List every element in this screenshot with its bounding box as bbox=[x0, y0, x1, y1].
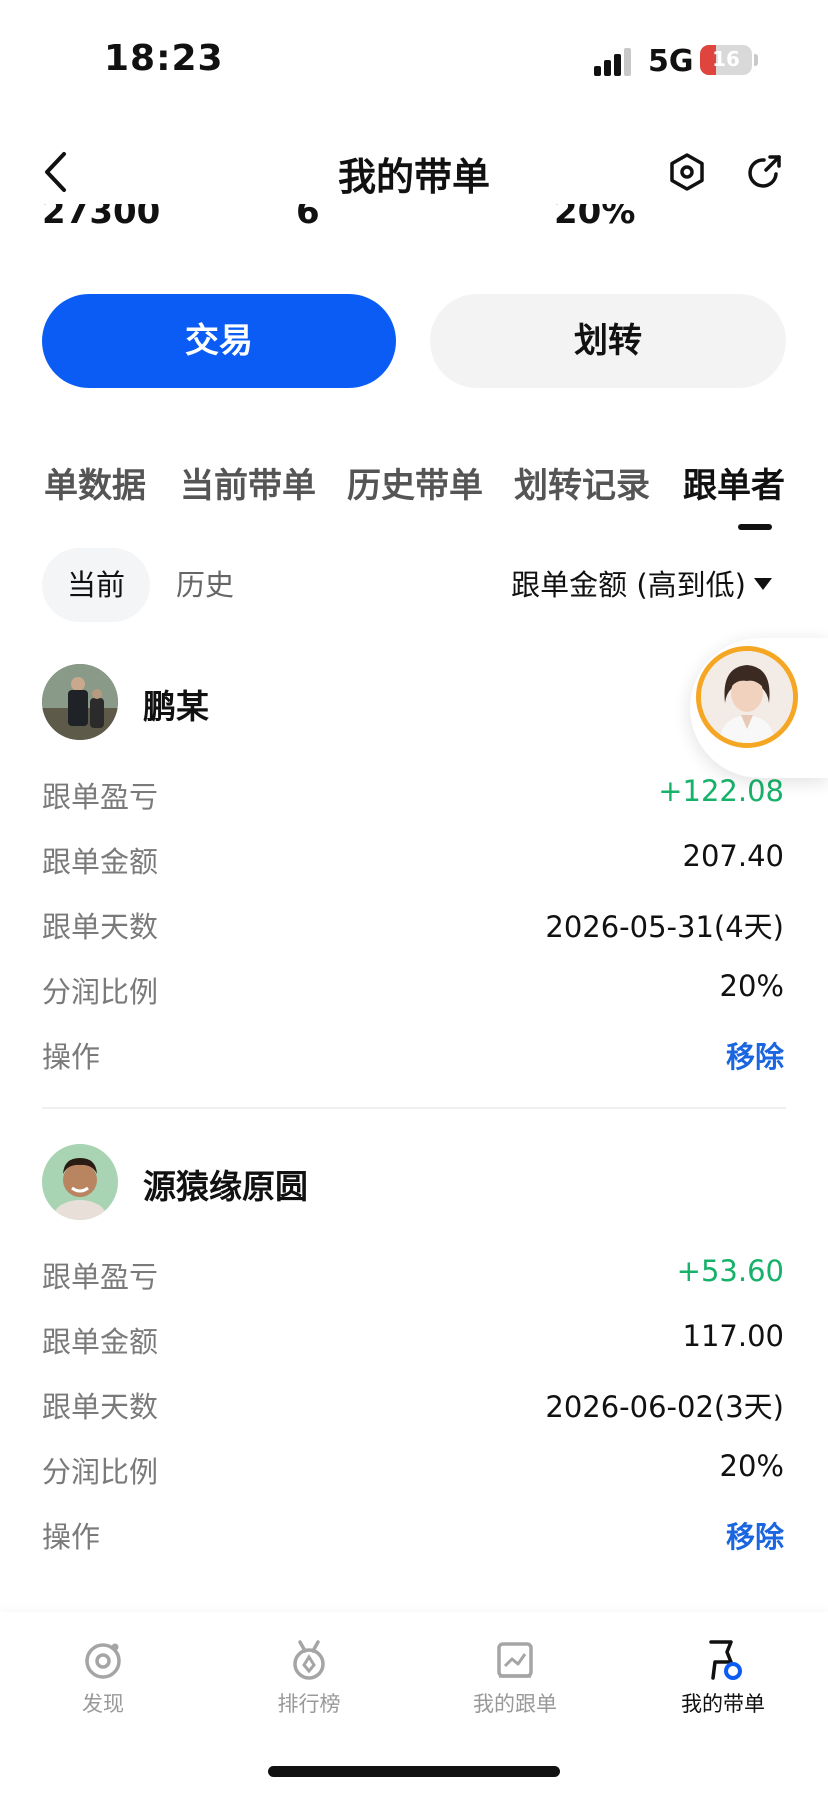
row-label: 分润比例 bbox=[42, 1455, 159, 1489]
row-label: 跟单天数 bbox=[42, 910, 159, 944]
follow-days: 2026-06-02(3天) bbox=[545, 1390, 784, 1424]
tab-history-lead[interactable]: 历史带单 bbox=[347, 458, 483, 507]
signal-icon bbox=[594, 48, 634, 76]
share-icon[interactable] bbox=[744, 152, 784, 192]
nav-my-follow[interactable]: 我的跟单 bbox=[440, 1638, 590, 1718]
divider bbox=[42, 1107, 786, 1109]
stat-value: 27300 bbox=[42, 204, 161, 232]
tab-current-lead[interactable]: 当前带单 bbox=[180, 458, 316, 507]
chart-icon bbox=[497, 1642, 533, 1678]
follower-name: 鹏某 bbox=[143, 687, 209, 726]
status-time: 18:23 bbox=[104, 38, 224, 79]
follow-days: 2026-05-31(4天) bbox=[545, 910, 784, 944]
row-label: 分润比例 bbox=[42, 975, 159, 1009]
tab-bar: 单数据 当前带单 历史带单 划转记录 跟单者 bbox=[0, 458, 828, 508]
row-label: 跟单天数 bbox=[42, 1390, 159, 1424]
row-label: 跟单盈亏 bbox=[42, 1260, 159, 1294]
row-label: 跟单金额 bbox=[42, 845, 159, 879]
follow-pnl: +122.08 bbox=[658, 774, 784, 808]
tab-data[interactable]: 单数据 bbox=[44, 458, 146, 507]
tab-indicator bbox=[738, 524, 772, 530]
lead-flag-icon bbox=[709, 1640, 742, 1680]
customer-service-avatar[interactable] bbox=[696, 646, 798, 748]
ranking-medal-icon bbox=[293, 1640, 325, 1680]
avatar bbox=[42, 1144, 118, 1220]
profit-share-ratio: 20% bbox=[719, 1449, 784, 1483]
follower-name: 源猿缘原圆 bbox=[143, 1167, 308, 1206]
caret-down-icon[interactable] bbox=[754, 578, 772, 590]
profit-share-ratio: 20% bbox=[719, 969, 784, 1003]
follow-amount: 207.40 bbox=[682, 839, 784, 873]
tab-transfer-records[interactable]: 划转记录 bbox=[514, 458, 650, 507]
avatar bbox=[42, 664, 118, 740]
filter-current[interactable]: 当前 bbox=[42, 548, 150, 622]
follow-amount: 117.00 bbox=[682, 1319, 784, 1353]
remove-follower-button[interactable]: 移除 bbox=[726, 1034, 784, 1076]
row-label: 跟单盈亏 bbox=[42, 780, 159, 814]
settings-hexagon-icon[interactable] bbox=[668, 152, 706, 192]
discover-icon bbox=[85, 1643, 121, 1679]
transfer-button[interactable]: 划转 bbox=[430, 294, 786, 388]
stat-value: 6 bbox=[296, 204, 320, 232]
row-label: 跟单金额 bbox=[42, 1325, 159, 1359]
nav-label: 排行榜 bbox=[277, 1692, 341, 1716]
nav-label: 我的带单 bbox=[681, 1692, 765, 1716]
nav-label: 我的跟单 bbox=[473, 1692, 557, 1716]
tab-followers[interactable]: 跟单者 bbox=[683, 458, 785, 507]
nav-discover[interactable]: 发现 bbox=[28, 1638, 178, 1718]
battery-cap bbox=[754, 54, 758, 66]
nav-label: 发现 bbox=[82, 1692, 124, 1716]
battery-icon: 16 bbox=[700, 45, 752, 75]
home-indicator bbox=[268, 1766, 560, 1777]
sort-label: 跟单金额 (高到低) bbox=[511, 568, 746, 602]
battery-level: 16 bbox=[712, 47, 740, 71]
trade-button[interactable]: 交易 bbox=[42, 294, 396, 388]
stat-value: 20% bbox=[554, 204, 636, 232]
network-type: 5G bbox=[648, 44, 694, 79]
row-label: 操作 bbox=[42, 1520, 101, 1554]
remove-follower-button[interactable]: 移除 bbox=[726, 1514, 784, 1556]
row-label: 操作 bbox=[42, 1040, 101, 1074]
sort-dropdown[interactable]: 跟单金额 (高到低) bbox=[511, 548, 746, 622]
follow-pnl: +53.60 bbox=[676, 1254, 784, 1288]
nav-ranking[interactable]: 排行榜 bbox=[234, 1638, 384, 1718]
stats-row: 27300 6 20% bbox=[0, 204, 828, 238]
nav-my-lead[interactable]: 我的带单 bbox=[648, 1638, 798, 1718]
filter-history[interactable]: 历史 bbox=[176, 548, 234, 622]
